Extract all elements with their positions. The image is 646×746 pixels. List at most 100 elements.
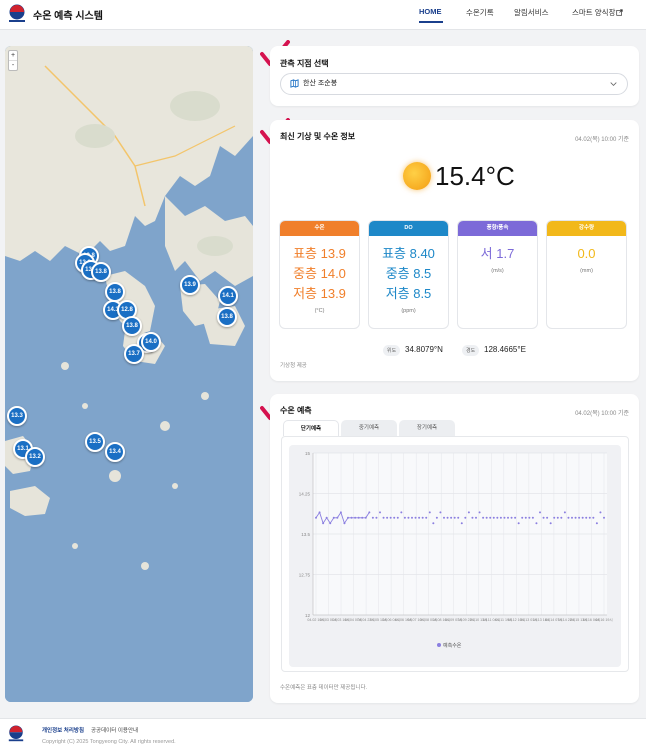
data-point [421,516,424,519]
data-point [492,516,495,519]
copyright: Copyright (C) 2025 Tongyeong City. All r… [42,739,176,745]
data-point [578,516,581,519]
footer: 개인정보 처리방침 공공데이터 이용안내 Copyright (C) 2025 … [0,718,646,746]
station-marker[interactable]: 13.4 [105,442,125,462]
data-point [574,516,577,519]
data-point [403,516,406,519]
data-point [563,511,566,514]
forecast-note: 수온예측은 표층 데이터만 제공됩니다. [280,685,368,691]
forecast-panel: 수온 예측 04.02(목) 10:00 기준 단기예측 중기예측 장기예측 1… [270,394,639,703]
data-point [393,516,396,519]
sea-temperature-map[interactable]: + - 13.8 13.8 13.8 13.8 13.8 14.3 12.8 1… [5,46,253,702]
data-point [350,516,353,519]
weather-title: 최신 기상 및 수온 정보 [280,132,356,141]
data-point [588,516,591,519]
zoom-in-button[interactable]: + [9,51,17,61]
external-link-icon[interactable] [616,9,623,16]
data-point [524,516,527,519]
data-point [464,516,467,519]
data-point [343,522,346,525]
station-marker[interactable]: 13.8 [217,307,237,327]
longitude-label: 경도 [462,345,480,356]
data-point [482,516,485,519]
data-point [439,511,442,514]
station-marker[interactable]: 13.8 [91,262,111,282]
card-header: DO [369,221,448,236]
station-marker[interactable]: 13.3 [7,406,27,426]
station-marker[interactable]: 14.1 [218,286,238,306]
data-point [386,516,389,519]
data-point [425,516,428,519]
station-select[interactable]: 한산 조순봉 [280,73,628,95]
privacy-policy-link[interactable]: 개인정보 처리방침 [42,726,84,734]
data-point [368,511,371,514]
data-point [396,516,399,519]
data-point [489,516,492,519]
zoom-out-button[interactable]: - [9,61,17,70]
tab-long-term[interactable]: 장기예측 [399,420,455,436]
station-marker[interactable]: 13.5 [85,432,105,452]
station-marker[interactable]: 14.0 [141,332,161,352]
card-unit: (mm) [580,268,593,274]
data-point [446,516,449,519]
city-logo-icon[interactable] [7,4,27,24]
data-point [599,511,602,514]
data-point [507,516,509,519]
station-marker[interactable]: 13.2 [25,447,45,467]
open-data-link[interactable]: 공공데이터 이용안내 [91,726,138,734]
data-point [418,516,421,519]
rainfall-card: 강수량 0.0 (mm) [546,220,627,329]
data-point [478,511,481,514]
latitude-value: 34.8079°N [405,345,443,354]
card-value: 표층 8.40 [382,246,435,261]
data-point [375,516,378,519]
data-point [475,516,477,519]
data-point [400,511,403,514]
card-unit: (°C) [314,308,325,314]
longitude-value: 128.4665°E [484,345,526,354]
data-point [560,516,563,519]
data-point [428,511,431,514]
station-marker[interactable]: 13.9 [180,275,200,295]
app-title[interactable]: 수온 예측 시스템 [33,7,103,22]
data-point [357,516,360,519]
nav-temperature-record[interactable]: 수온기록 [466,7,494,18]
data-point [407,516,410,519]
data-point [453,516,456,519]
card-value: 0.0 [577,246,596,261]
data-point [389,516,392,519]
data-point [496,516,499,519]
data-point [510,516,513,519]
do-card: DO 표층 8.40 중층 8.5 저층 8.5 (ppm) [368,220,449,329]
data-point [603,516,605,519]
zoom-control: + - [8,50,18,71]
station-marker[interactable]: 13.8 [105,282,125,302]
card-value: 중층 14.0 [293,266,346,281]
station-marker[interactable]: 13.7 [124,344,144,364]
forecast-chart[interactable]: 1514.2513.512.751204.02 10시04.03 01시04.0… [289,445,621,667]
nav-alert-service[interactable]: 알림서비스 [514,7,549,18]
data-point [382,516,385,519]
weather-panel: 최신 기상 및 수온 정보 04.02(목) 10:00 기준 15.4°C 수… [270,120,639,381]
header: 수온 예측 시스템 HOME 수온기록 알림서비스 스마트 양식장 [0,0,646,30]
card-header: 강수량 [547,221,626,236]
nav-home[interactable]: HOME [419,7,442,16]
tab-mid-term[interactable]: 중기예측 [341,420,397,436]
data-point [539,511,541,514]
data-point [460,522,463,525]
data-point [443,516,445,519]
forecast-title: 수온 예측 [280,406,312,415]
data-point [457,516,460,519]
data-point [517,522,520,525]
chevron-down-icon [610,82,617,86]
tab-short-term[interactable]: 단기예측 [283,420,339,436]
data-point [499,516,502,519]
data-point [514,516,517,519]
nav-smart-farm[interactable]: 스마트 양식장 [572,7,615,18]
station-marker[interactable]: 13.8 [122,316,142,336]
data-point [435,516,438,519]
data-point [414,516,417,519]
data-point [379,511,381,514]
card-unit: (ppm) [401,308,416,314]
data-point [585,516,588,519]
